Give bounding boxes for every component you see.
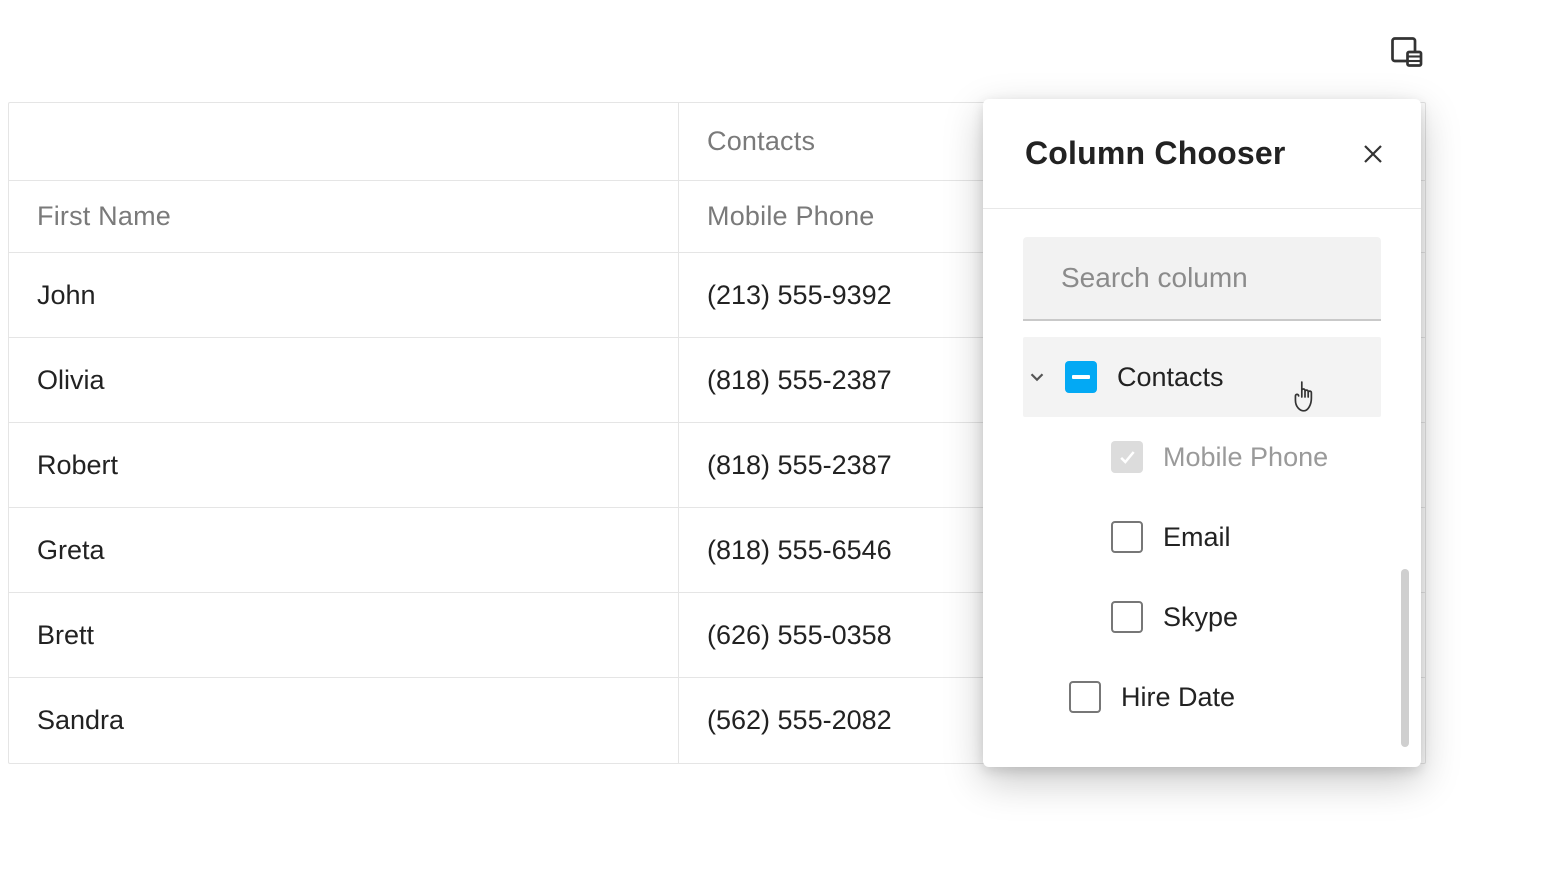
tree-item-label: Hire Date	[1121, 682, 1235, 713]
header-first-name-empty	[9, 103, 679, 180]
cell-first-name: Robert	[9, 423, 679, 507]
checkbox-unchecked[interactable]	[1069, 681, 1101, 713]
column-chooser-popup: Column Chooser Contacts	[983, 99, 1421, 767]
cell-first-name: Olivia	[9, 338, 679, 422]
cell-first-name: Sandra	[9, 678, 679, 763]
search-input[interactable]	[1061, 262, 1422, 294]
close-icon	[1361, 142, 1385, 166]
checkbox-unchecked[interactable]	[1111, 601, 1143, 633]
scrollbar-thumb[interactable]	[1401, 569, 1409, 747]
checkbox-indeterminate[interactable]	[1065, 361, 1097, 393]
close-button[interactable]	[1355, 136, 1391, 172]
tree-item-contacts[interactable]: Contacts	[1023, 337, 1381, 417]
search-box[interactable]	[1023, 237, 1381, 321]
cell-first-name: John	[9, 253, 679, 337]
cell-first-name: Greta	[9, 508, 679, 592]
tree-item-label: Mobile Phone	[1163, 442, 1328, 473]
checkbox-checked-disabled	[1111, 441, 1143, 473]
checkbox-unchecked[interactable]	[1111, 521, 1143, 553]
column-chooser-body: Contacts Mobile Phone Email Skype Hire D…	[983, 209, 1421, 767]
column-chooser-header: Column Chooser	[983, 99, 1421, 209]
cell-first-name: Brett	[9, 593, 679, 677]
column-tree: Contacts Mobile Phone Email Skype Hire D…	[1023, 337, 1381, 747]
tree-item-skype[interactable]: Skype	[1023, 577, 1381, 657]
tree-item-label: Contacts	[1117, 362, 1224, 393]
column-chooser-icon	[1388, 34, 1424, 70]
tree-item-label: Skype	[1163, 602, 1238, 633]
chevron-down-icon[interactable]	[1023, 363, 1051, 391]
tree-item-label: Email	[1163, 522, 1231, 553]
column-chooser-button[interactable]	[1382, 28, 1430, 76]
tree-item-hire-date[interactable]: Hire Date	[1023, 657, 1381, 737]
tree-item-email[interactable]: Email	[1023, 497, 1381, 577]
column-chooser-title: Column Chooser	[1025, 135, 1286, 172]
header-first-name[interactable]: First Name	[9, 181, 679, 252]
tree-item-mobile-phone[interactable]: Mobile Phone	[1023, 417, 1381, 497]
